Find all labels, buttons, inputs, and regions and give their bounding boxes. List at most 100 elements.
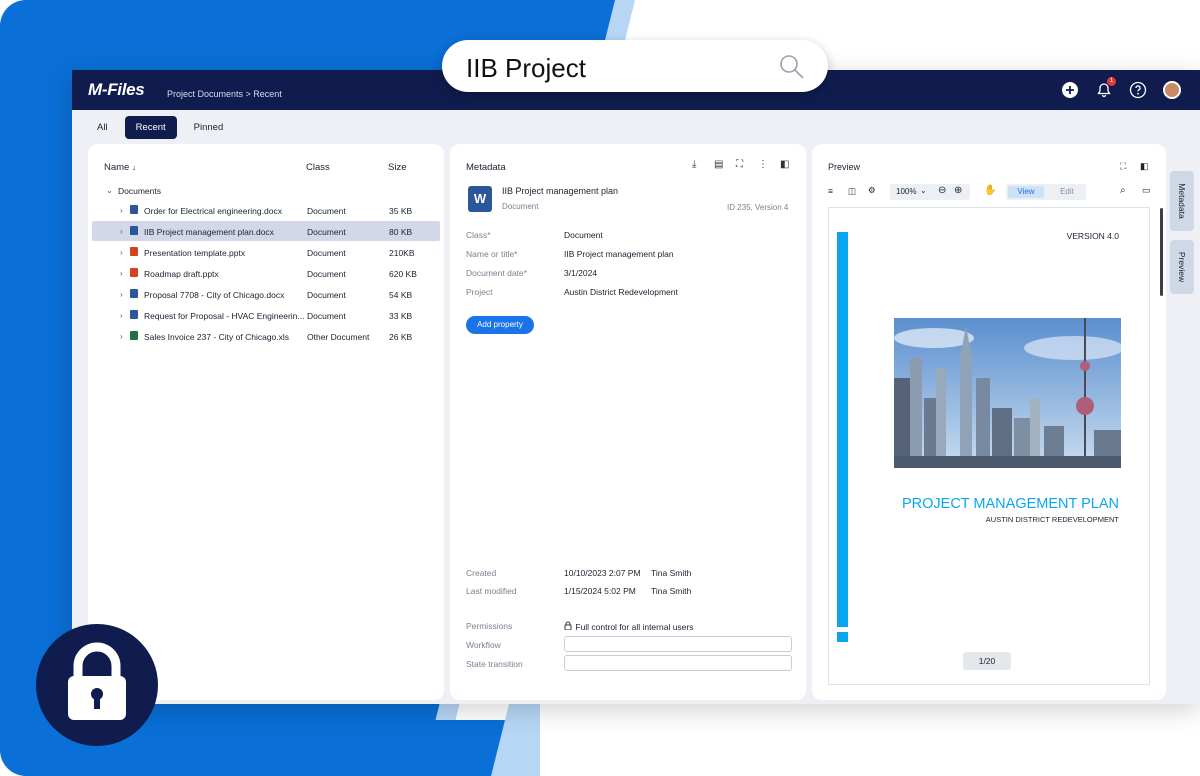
expand-icon[interactable]: ⛶ — [736, 160, 746, 170]
lock-icon — [68, 642, 126, 720]
file-name: Proposal 7708 - City of Chicago.docx — [144, 290, 285, 300]
bell-icon[interactable]: 1 — [1094, 77, 1116, 100]
tab-all[interactable]: All — [86, 116, 119, 139]
list-item[interactable]: › Presentation template.pptx Document 21… — [92, 242, 440, 262]
side-tab-label: Metadata — [1177, 183, 1187, 219]
chevron-right-icon: › — [120, 311, 123, 320]
view-button[interactable]: View — [1008, 186, 1044, 198]
decorative-bar — [837, 232, 848, 627]
menu-icon[interactable]: ≡ — [828, 186, 833, 196]
permissions-value[interactable]: Full control for all internal users — [564, 621, 693, 632]
list-item[interactable]: › Sales Invoice 237 - City of Chicago.xl… — [92, 326, 440, 346]
file-class: Document — [307, 290, 346, 300]
background-white-bottom — [540, 700, 1200, 776]
list-item[interactable]: › Request for Proposal - HVAC Engineerin… — [92, 305, 440, 325]
edit-button[interactable]: Edit — [1050, 186, 1084, 198]
file-size: 54 KB — [389, 290, 413, 300]
created-date: 10/10/2023 2:07 PM — [564, 568, 641, 578]
search-bar[interactable]: IIB Project — [442, 40, 828, 92]
column-header-class[interactable]: Class — [306, 162, 330, 173]
permissions-text: Full control for all internal users — [575, 622, 694, 632]
logo[interactable]: M-Files — [88, 80, 145, 100]
tab-pinned[interactable]: Pinned — [183, 116, 235, 139]
group-label: Documents — [118, 186, 161, 196]
page-indicator[interactable]: 1/20 — [963, 652, 1011, 670]
powerpoint-file-icon — [130, 268, 138, 277]
expand-icon[interactable]: ⛶ — [1120, 161, 1126, 172]
list-item[interactable]: › Proposal 7708 - City of Chicago.docx D… — [92, 284, 440, 304]
search-icon[interactable] — [778, 53, 806, 81]
side-tab-label: Preview — [1177, 251, 1187, 283]
decorative-bar — [837, 632, 848, 642]
word-file-icon — [130, 310, 138, 319]
more-icon[interactable]: ⋮ — [758, 160, 768, 170]
hand-icon[interactable]: ✋ — [984, 185, 996, 196]
permissions-label: Permissions — [466, 621, 513, 631]
doc-heading: PROJECT MANAGEMENT PLAN — [901, 496, 1119, 512]
prop-value-date[interactable]: 3/1/2024 — [564, 268, 597, 278]
chevron-down-icon: ⌄ — [106, 186, 113, 195]
tab-recent[interactable]: Recent — [124, 116, 177, 139]
prop-label-class: Class* — [466, 230, 491, 240]
lock-icon — [564, 621, 573, 632]
preview-scrollbar[interactable] — [1160, 208, 1163, 296]
side-tab-metadata[interactable]: Metadata — [1170, 171, 1194, 231]
layout-icon[interactable]: ◧ — [1140, 161, 1149, 172]
state-transition-field[interactable] — [564, 655, 792, 671]
file-class: Document — [307, 227, 346, 237]
modified-date: 1/15/2024 5:02 PM — [564, 586, 636, 596]
workflow-label: Workflow — [466, 640, 501, 650]
app-window: M-Files Project Documents > Recent 1 All… — [72, 70, 1200, 704]
list-item[interactable]: › Roadmap draft.pptx Document 620 KB — [92, 263, 440, 283]
add-property-button[interactable]: Add property — [466, 316, 534, 334]
side-tab-preview[interactable]: Preview — [1170, 240, 1194, 294]
chevron-right-icon: › — [120, 290, 123, 299]
word-file-icon — [130, 205, 138, 214]
view-tabs: All Recent Pinned — [86, 116, 234, 139]
comment-icon[interactable]: ▤ — [714, 160, 724, 170]
chevron-right-icon: › — [120, 248, 123, 257]
prop-value-class[interactable]: Document — [564, 230, 603, 240]
column-header-name[interactable]: Name ↓ — [104, 162, 136, 173]
group-documents[interactable]: ⌄ Documents — [92, 180, 440, 200]
layout-icon[interactable]: ◧ — [780, 160, 790, 170]
list-item-selected[interactable]: › IIB Project management plan.docx Docum… — [92, 221, 440, 241]
lock-badge — [36, 624, 158, 746]
document-id: ID 235, Version 4 — [727, 203, 789, 212]
preview-header: Preview — [828, 162, 861, 172]
chevron-right-icon: › — [120, 206, 123, 215]
breadcrumb[interactable]: Project Documents > Recent — [167, 89, 282, 99]
view-edit-toggle: View Edit — [1006, 184, 1086, 200]
avatar[interactable] — [1162, 80, 1182, 100]
search-input[interactable]: IIB Project — [466, 53, 586, 84]
workflow-field[interactable] — [564, 636, 792, 652]
zoom-level: 100% — [896, 187, 917, 196]
zoom-out-icon[interactable]: ⊖ — [938, 185, 946, 196]
sidebar-icon[interactable]: ◫ — [848, 186, 856, 197]
file-name: Order for Electrical engineering.docx — [144, 206, 282, 216]
file-class: Other Document — [307, 332, 370, 342]
document-title: IIB Project management plan — [502, 186, 619, 196]
zoom-in-icon[interactable]: ⊕ — [954, 185, 962, 196]
file-name: Request for Proposal - HVAC Engineerin..… — [144, 311, 305, 321]
comment-icon[interactable]: ▭ — [1142, 185, 1151, 196]
zoom-control[interactable]: 100% ⌄ ⊖ ⊕ — [890, 184, 970, 200]
check-out-icon[interactable]: ⤓ — [692, 160, 702, 170]
document-list-panel: Name ↓ Class Size ⌄ Documents › Order fo… — [88, 144, 444, 700]
chevron-right-icon: › — [120, 332, 123, 341]
settings-icon[interactable]: ⚙ — [868, 185, 876, 196]
marketing-screenshot: M-Files Project Documents > Recent 1 All… — [0, 0, 1200, 776]
word-document-icon: W — [468, 186, 492, 212]
prop-value-project[interactable]: Austin District Redevelopment — [564, 287, 678, 297]
chevron-right-icon: › — [120, 269, 123, 278]
prop-value-name[interactable]: IIB Project management plan — [564, 249, 674, 259]
column-header-size[interactable]: Size — [388, 162, 406, 173]
list-item[interactable]: › Order for Electrical engineering.docx … — [92, 200, 440, 220]
search-icon[interactable]: ⌕ — [1120, 185, 1126, 196]
file-size: 620 KB — [389, 269, 417, 279]
file-class: Document — [307, 311, 346, 321]
help-icon[interactable] — [1128, 80, 1148, 100]
preview-toolbar: ≡ ◫ ⚙ 100% ⌄ ⊖ ⊕ ✋ View Edit ⌕ ▭ — [826, 184, 1152, 200]
file-class: Document — [307, 206, 346, 216]
add-icon[interactable] — [1060, 80, 1080, 100]
